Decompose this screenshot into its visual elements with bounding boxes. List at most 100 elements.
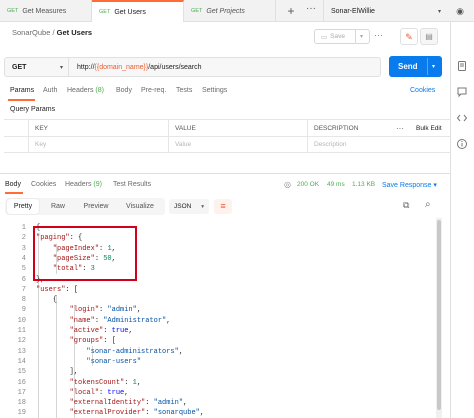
edit-icon[interactable]: ✎ — [400, 28, 418, 45]
response-size[interactable]: 1.13 KB — [352, 181, 375, 188]
chevron-down-icon: ▾ — [201, 203, 204, 210]
line-number: 8 — [21, 296, 26, 305]
more-columns-icon[interactable]: ··· — [390, 120, 410, 136]
value-input[interactable]: Value — [168, 137, 307, 152]
tab-tests[interactable]: Tests — [176, 87, 192, 94]
tab-params[interactable]: Params — [10, 87, 34, 94]
wrap-lines-icon[interactable]: ≡ — [214, 199, 232, 214]
response-tab-headers[interactable]: Headers (9) — [65, 181, 102, 188]
response-tab-test-results[interactable]: Test Results — [113, 181, 151, 188]
line-number: 3 — [21, 244, 26, 253]
tab-label: Get Measures — [22, 7, 67, 15]
code-line: "local": true, — [69, 388, 129, 397]
breadcrumb-collection[interactable]: SonarQube — [12, 28, 50, 37]
code-line: "externalProvider": "sonarqube", — [69, 409, 205, 418]
code-line: { — [36, 296, 58, 305]
tab-get-measures[interactable]: GET Get Measures — [0, 0, 92, 22]
checkbox-column — [4, 120, 28, 136]
tab-label: Cookies — [31, 181, 57, 188]
row-checkbox — [4, 137, 28, 152]
code-line: "sonar-administrators", — [86, 347, 184, 356]
more-actions-icon[interactable]: ··· — [374, 30, 383, 40]
tab-headers[interactable]: Headers (8) — [67, 87, 104, 94]
code-line: "login": "admin", — [69, 306, 142, 315]
line-number: 2 — [21, 234, 26, 243]
comments-icon[interactable] — [456, 86, 468, 98]
method-badge: GET — [191, 8, 203, 14]
copy-icon[interactable]: ⧉ — [403, 200, 409, 211]
response-tab-cookies[interactable]: Cookies — [31, 181, 56, 188]
code-line: "sonar-users" — [86, 357, 142, 366]
language-select[interactable]: JSON ▾ — [169, 199, 209, 214]
raw-button[interactable]: Raw — [42, 199, 74, 214]
line-number: 4 — [21, 254, 26, 263]
send-label: Send — [398, 62, 418, 71]
line-number: 13 — [17, 347, 26, 356]
tab-more-button[interactable]: ··· — [306, 3, 316, 14]
globe-icon[interactable]: ◎ — [284, 180, 291, 189]
line-number: 9 — [21, 306, 26, 315]
status-code[interactable]: 200 OK — [297, 181, 319, 188]
environment-selector[interactable]: Sonar-ElWillie ▾ — [323, 0, 447, 22]
tab-label: Body — [116, 87, 132, 94]
line-number: 6 — [21, 275, 26, 284]
bulk-edit-link[interactable]: Bulk Edit — [410, 120, 450, 136]
right-sidebar — [450, 22, 474, 418]
environment-quick-look-icon[interactable]: ◉ — [448, 3, 472, 19]
line-number: 18 — [17, 399, 26, 408]
tab-settings[interactable]: Settings — [202, 87, 227, 94]
method-badge: GET — [7, 8, 19, 14]
environment-name: Sonar-ElWillie — [331, 7, 375, 15]
url-input[interactable]: http://{{domain_name}}/api/users/search — [68, 57, 381, 77]
line-number: 19 — [17, 409, 26, 418]
line-number: 14 — [17, 357, 26, 366]
method-select[interactable]: GET ▾ — [4, 57, 68, 77]
tab-label: Tests — [176, 87, 193, 94]
save-response-button[interactable]: Save Response ▾ — [382, 181, 437, 189]
preview-button[interactable]: Preview — [78, 199, 114, 214]
visualize-button[interactable]: Visualize — [118, 199, 162, 214]
comment-icon[interactable]: ▤ — [420, 28, 438, 45]
chevron-down-icon: ▾ — [360, 34, 364, 40]
method-value: GET — [12, 63, 27, 71]
scrollbar-thumb[interactable] — [437, 220, 441, 410]
response-tab-body[interactable]: Body — [5, 181, 21, 188]
tab-auth[interactable]: Auth — [43, 87, 57, 94]
breadcrumb: SonarQube / Get Users — [12, 28, 92, 37]
response-time[interactable]: 49 ms — [327, 181, 345, 188]
chevron-down-icon: ▾ — [433, 182, 437, 189]
send-button[interactable]: Send ▾ — [389, 56, 442, 77]
line-number: 12 — [17, 337, 26, 346]
save-label: Save — [330, 33, 345, 40]
tab-get-projects[interactable]: GET Get Projects — [184, 0, 276, 22]
description-input[interactable]: Description — [307, 137, 450, 152]
tab-get-users[interactable]: GET Get Users — [92, 0, 184, 22]
key-input[interactable]: Key — [28, 137, 168, 152]
tab-pre-request[interactable]: Pre-req. — [141, 87, 166, 94]
method-badge: GET — [99, 9, 111, 15]
pretty-button[interactable]: Pretty — [7, 199, 39, 214]
column-value: VALUE — [168, 120, 307, 136]
line-number: 16 — [17, 378, 26, 387]
active-tab-indicator — [5, 192, 23, 194]
new-tab-button[interactable]: + — [284, 3, 298, 19]
info-icon[interactable] — [456, 138, 468, 150]
tab-body[interactable]: Body — [116, 87, 132, 94]
line-number: 17 — [17, 388, 26, 397]
active-tab-indicator — [8, 99, 35, 101]
language-value: JSON — [174, 203, 192, 210]
cookies-link[interactable]: Cookies — [410, 87, 435, 94]
chevron-down-icon: ▾ — [437, 8, 441, 15]
code-icon[interactable] — [456, 112, 468, 124]
column-key: KEY — [28, 120, 168, 136]
save-button[interactable]: ▭ Save ▾ — [314, 29, 370, 44]
code-line: "groups": [ — [69, 337, 116, 346]
code-line: "externalIdentity": "admin", — [69, 399, 188, 408]
search-icon[interactable]: ⌕ — [425, 199, 431, 210]
column-description: DESCRIPTION — [307, 120, 390, 136]
url-variable: {{domain_name}} — [94, 63, 149, 71]
query-params-title: Query Params — [10, 106, 56, 113]
line-number: 15 — [17, 368, 26, 377]
breadcrumb-request: Get Users — [56, 28, 93, 37]
documentation-icon[interactable] — [456, 60, 468, 72]
